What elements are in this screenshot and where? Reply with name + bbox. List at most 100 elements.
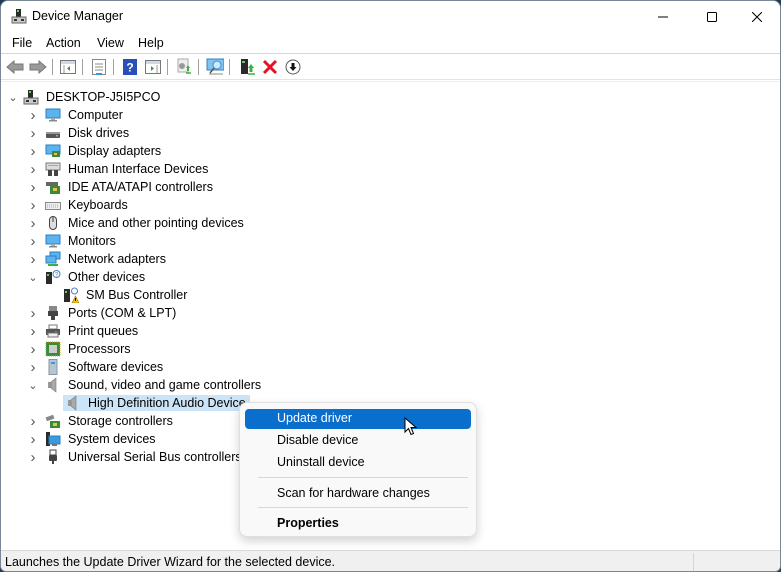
tree-item-label: Disk drives [68, 126, 130, 140]
forward-button[interactable] [29, 58, 47, 76]
tree-item-label: Other devices [68, 270, 146, 284]
help-button[interactable]: ? [121, 58, 139, 76]
tree-item-ports-com-lpt[interactable]: › Ports (COM & LPT) [27, 304, 178, 322]
tree-item-storage-controllers[interactable]: › Storage controllers [27, 412, 175, 430]
selected-highlight[interactable]: High Definition Audio Device [63, 395, 250, 411]
chevron-right-icon[interactable]: › [27, 340, 39, 358]
tree-item-monitors[interactable]: › Monitors [27, 232, 118, 250]
speaker-icon [45, 377, 61, 393]
chevron-down-icon[interactable]: ⌄ [27, 268, 39, 286]
window-title: Device Manager [32, 9, 124, 23]
tree-item-mice-and-other-pointing-devices[interactable]: › Mice and other pointing devices [27, 214, 246, 232]
chevron-right-icon[interactable]: › [27, 358, 39, 376]
chevron-right-icon[interactable]: › [27, 160, 39, 178]
disk-drive-icon [45, 125, 61, 141]
chevron-right-icon[interactable]: › [27, 196, 39, 214]
keyboard-icon [45, 197, 61, 213]
computer-icon [45, 107, 61, 123]
chevron-right-icon[interactable]: › [27, 124, 39, 142]
tree-item-high-definition-audio-device[interactable]: High Definition Audio Device [45, 394, 250, 412]
tree-item-label: Computer [68, 108, 123, 122]
chevron-right-icon[interactable]: › [27, 214, 39, 232]
minimize-button[interactable] [640, 1, 686, 32]
tree-item-other-devices[interactable]: ⌄? Other devices [27, 268, 147, 286]
tree-item-universal-serial-bus-controllers[interactable]: › Universal Serial Bus controllers [27, 448, 244, 466]
close-button[interactable] [734, 1, 780, 32]
tree-item-print-queues[interactable]: › Print queues [27, 322, 140, 340]
toolbar-separator [113, 59, 114, 75]
close-icon [752, 11, 762, 22]
scan-hardware-changes-button[interactable] [206, 58, 224, 76]
tree-item-software-devices[interactable]: › Software devices [27, 358, 165, 376]
chevron-right-icon[interactable]: › [27, 232, 39, 250]
tree-item-sound-video-and-game-controllers[interactable]: ⌄ Sound, video and game controllers [27, 376, 263, 394]
chevron-right-icon[interactable]: › [27, 412, 39, 430]
tree-item-label: IDE ATA/ATAPI controllers [68, 180, 213, 194]
help-icon: ? [123, 59, 137, 75]
tree-item-processors[interactable]: › Processors [27, 340, 133, 358]
tree-item-ide-ata-atapi-controllers[interactable]: › IDE ATA/ATAPI controllers [27, 178, 215, 196]
tree-root[interactable]: ⌄ DESKTOP-J5I5PCO [7, 88, 162, 106]
network-adapter-icon [45, 251, 61, 267]
maximize-button[interactable] [689, 1, 735, 32]
add-legacy-hardware-button[interactable] [238, 58, 256, 76]
chevron-right-icon[interactable]: › [27, 178, 39, 196]
properties-button[interactable] [90, 58, 108, 76]
context-menu-disable-device[interactable]: Disable device [245, 431, 471, 451]
chevron-right-icon[interactable]: › [27, 448, 39, 466]
show-hide-console-tree-button[interactable] [59, 58, 77, 76]
context-menu: Update driver Disable device Uninstall d… [239, 402, 477, 537]
menu-file[interactable]: File [12, 36, 32, 50]
menu-help[interactable]: Help [138, 36, 164, 50]
warning-device-icon [63, 287, 80, 304]
chevron-right-icon[interactable]: › [27, 106, 39, 124]
tree-item-keyboards[interactable]: › Keyboards [27, 196, 130, 214]
context-menu-uninstall-device[interactable]: Uninstall device [245, 453, 471, 473]
chevron-right-icon[interactable]: › [27, 304, 39, 322]
back-button[interactable] [6, 58, 24, 76]
tree-item-label: Sound, video and game controllers [68, 378, 262, 392]
console-tree-icon [60, 60, 76, 74]
context-menu-update-driver[interactable]: Update driver [245, 409, 471, 429]
chevron-right-icon[interactable]: › [27, 430, 39, 448]
chevron-down-icon[interactable]: ⌄ [7, 88, 19, 106]
chevron-down-icon[interactable]: ⌄ [27, 376, 39, 394]
tree-item-label: Print queues [68, 324, 139, 338]
tree-item-label: SM Bus Controller [86, 288, 188, 302]
context-menu-label: Disable device [277, 433, 359, 447]
tree-item-disk-drives[interactable]: › Disk drives [27, 124, 131, 142]
tree-item-human-interface-devices[interactable]: › Human Interface Devices [27, 160, 210, 178]
menu-action[interactable]: Action [46, 36, 81, 50]
port-icon [45, 305, 61, 321]
tree-item-display-adapters[interactable]: › Display adapters [27, 142, 163, 160]
context-menu-label: Uninstall device [277, 455, 365, 469]
tree-item-network-adapters[interactable]: › Network adapters [27, 250, 168, 268]
title-bar[interactable]: Device Manager [1, 1, 780, 32]
show-hide-action-pane-button[interactable] [144, 58, 162, 76]
menu-view[interactable]: View [97, 36, 124, 50]
tree-item-label: Storage controllers [68, 414, 173, 428]
disable-device-button[interactable] [284, 58, 302, 76]
chevron-right-icon[interactable]: › [27, 142, 39, 160]
update-driver-icon [177, 58, 191, 74]
tree-root-label: DESKTOP-J5I5PCO [46, 90, 161, 104]
context-menu-scan-hardware-changes[interactable]: Scan for hardware changes [245, 484, 471, 504]
forward-arrow-icon [29, 60, 47, 74]
update-driver-button[interactable] [175, 58, 193, 76]
computer-root-icon [23, 89, 39, 105]
tree-item-system-devices[interactable]: › System devices [27, 430, 158, 448]
chevron-right-icon[interactable]: › [27, 250, 39, 268]
uninstall-device-button[interactable] [261, 58, 279, 76]
ide-controller-icon [45, 179, 61, 195]
device-manager-window: Device Manager File Action View Help ? ⌄… [0, 0, 781, 572]
mouse-cursor-icon [404, 417, 418, 436]
toolbar-separator [52, 59, 53, 75]
tree-item-sm-bus-controller[interactable]: SM Bus Controller [45, 286, 189, 304]
status-separator [693, 553, 694, 571]
menu-bar: File Action View Help [1, 32, 780, 54]
chevron-right-icon[interactable]: › [27, 322, 39, 340]
tree-item-computer[interactable]: › Computer [27, 106, 125, 124]
context-menu-label: Scan for hardware changes [277, 486, 430, 500]
context-menu-properties[interactable]: Properties [245, 514, 471, 534]
tree-item-label: Keyboards [68, 198, 128, 212]
